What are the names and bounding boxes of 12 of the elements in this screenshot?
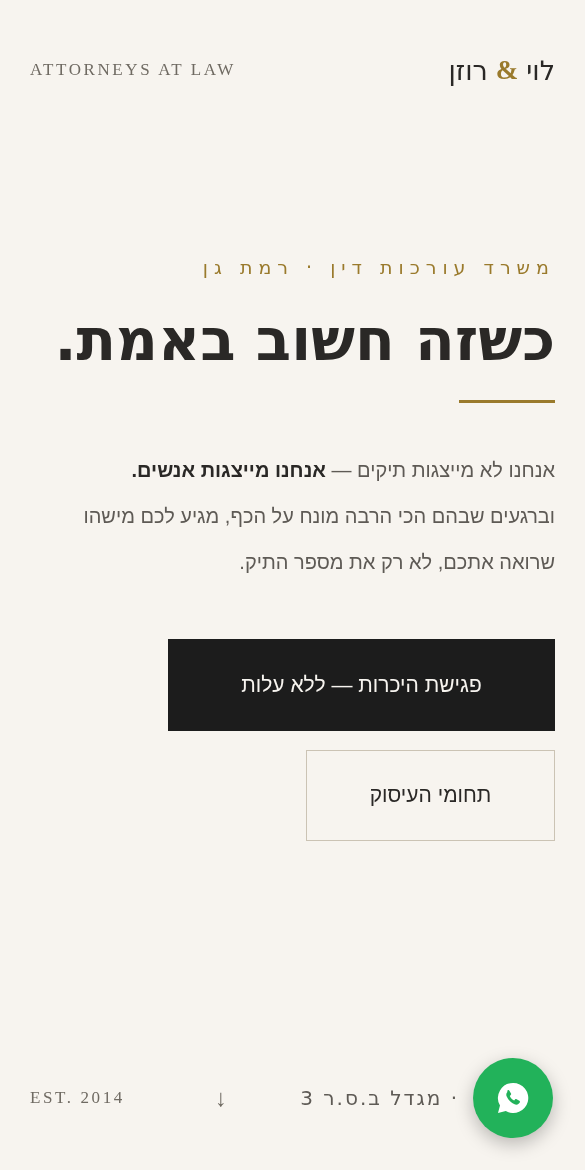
chat-phone-icon	[495, 1080, 531, 1116]
established-year: EST. 2014	[30, 1088, 125, 1108]
intro-paragraph: אנחנו לא מייצגות תיקים — אנחנו מייצגות אנשים. וברגעים שבהם הכי הרבה מונח על הכף, מגיע לכם מישהו שרואה אתכם, לא רק את מספר התיק.	[82, 457, 555, 575]
headline: כשזה חשוב באמת.	[54, 306, 555, 376]
consultation-button[interactable]: פגישת היכרות — ללא עלות	[168, 638, 555, 731]
tagline: ATTORNEYS AT LAW	[30, 60, 236, 80]
address: · מגדל ב.ס.ר 3	[300, 1086, 459, 1110]
practice-areas-button[interactable]: תחומי העיסוק	[306, 749, 555, 841]
scroll-arrow[interactable]: ↓	[214, 1084, 227, 1112]
logo[interactable]: לוי & רוזן	[448, 54, 555, 86]
eyebrow: משרד עורכות דין · רמת גן	[202, 256, 555, 278]
whatsapp-button[interactable]	[473, 1058, 553, 1138]
